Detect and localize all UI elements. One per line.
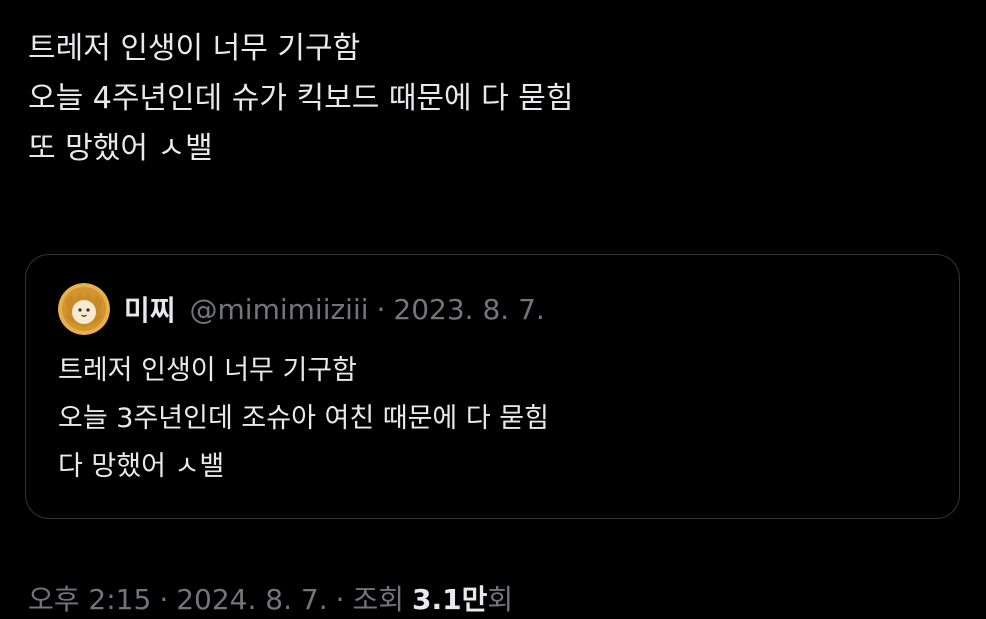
lion-mascot-avatar-icon (58, 283, 110, 335)
views-suffix: 회 (487, 583, 514, 616)
separator-dot: · (335, 583, 345, 616)
quoted-tweet-card[interactable]: 미찌 @mimimiiziii · 2023. 8. 7. 트레저 인생이 너무… (25, 254, 960, 519)
tweet-meta: 오후 2:15 · 2024. 8. 7. · 조회 3.1만 회 (28, 578, 513, 618)
quoted-tweet-line: 오늘 3주년인데 조슈아 여친 때문에 다 묻힘 (58, 403, 549, 434)
quoted-handle[interactable]: @mimimiiziii (190, 293, 369, 326)
tweet-line: 오늘 4주년인데 슈가 킥보드 때문에 다 묻힘 (28, 81, 574, 116)
quoted-date[interactable]: 2023. 8. 7. (393, 293, 544, 326)
avatar[interactable] (58, 283, 110, 335)
tweet-line: 또 망했어 ㅅ밸 (28, 131, 213, 166)
quoted-display-name[interactable]: 미찌 (124, 289, 176, 329)
quoted-tweet-text: 트레저 인생이 너무 기구함 오늘 3주년인데 조슈아 여친 때문에 다 묻힘 … (58, 347, 549, 491)
views-count[interactable]: 3.1만 (412, 578, 487, 618)
quoted-tweet-header: 미찌 @mimimiiziii · 2023. 8. 7. (58, 281, 545, 337)
separator-dot: · (159, 583, 169, 616)
separator-dot: · (376, 292, 386, 326)
quoted-tweet-line: 트레저 인생이 너무 기구함 (58, 355, 357, 386)
tweet-text: 트레저 인생이 너무 기구함 오늘 4주년인데 슈가 킥보드 때문에 다 묻힘 … (28, 24, 958, 174)
post-date[interactable]: 2024. 8. 7. (176, 583, 327, 616)
quoted-tweet-line: 다 망했어 ㅅ밸 (58, 451, 225, 482)
views-label: 조회 (352, 583, 405, 616)
post-time[interactable]: 오후 2:15 (28, 578, 151, 618)
views-number: 3.1 (412, 583, 462, 616)
tweet-line: 트레저 인생이 너무 기구함 (28, 31, 361, 66)
views-unit: 만 (461, 583, 488, 616)
